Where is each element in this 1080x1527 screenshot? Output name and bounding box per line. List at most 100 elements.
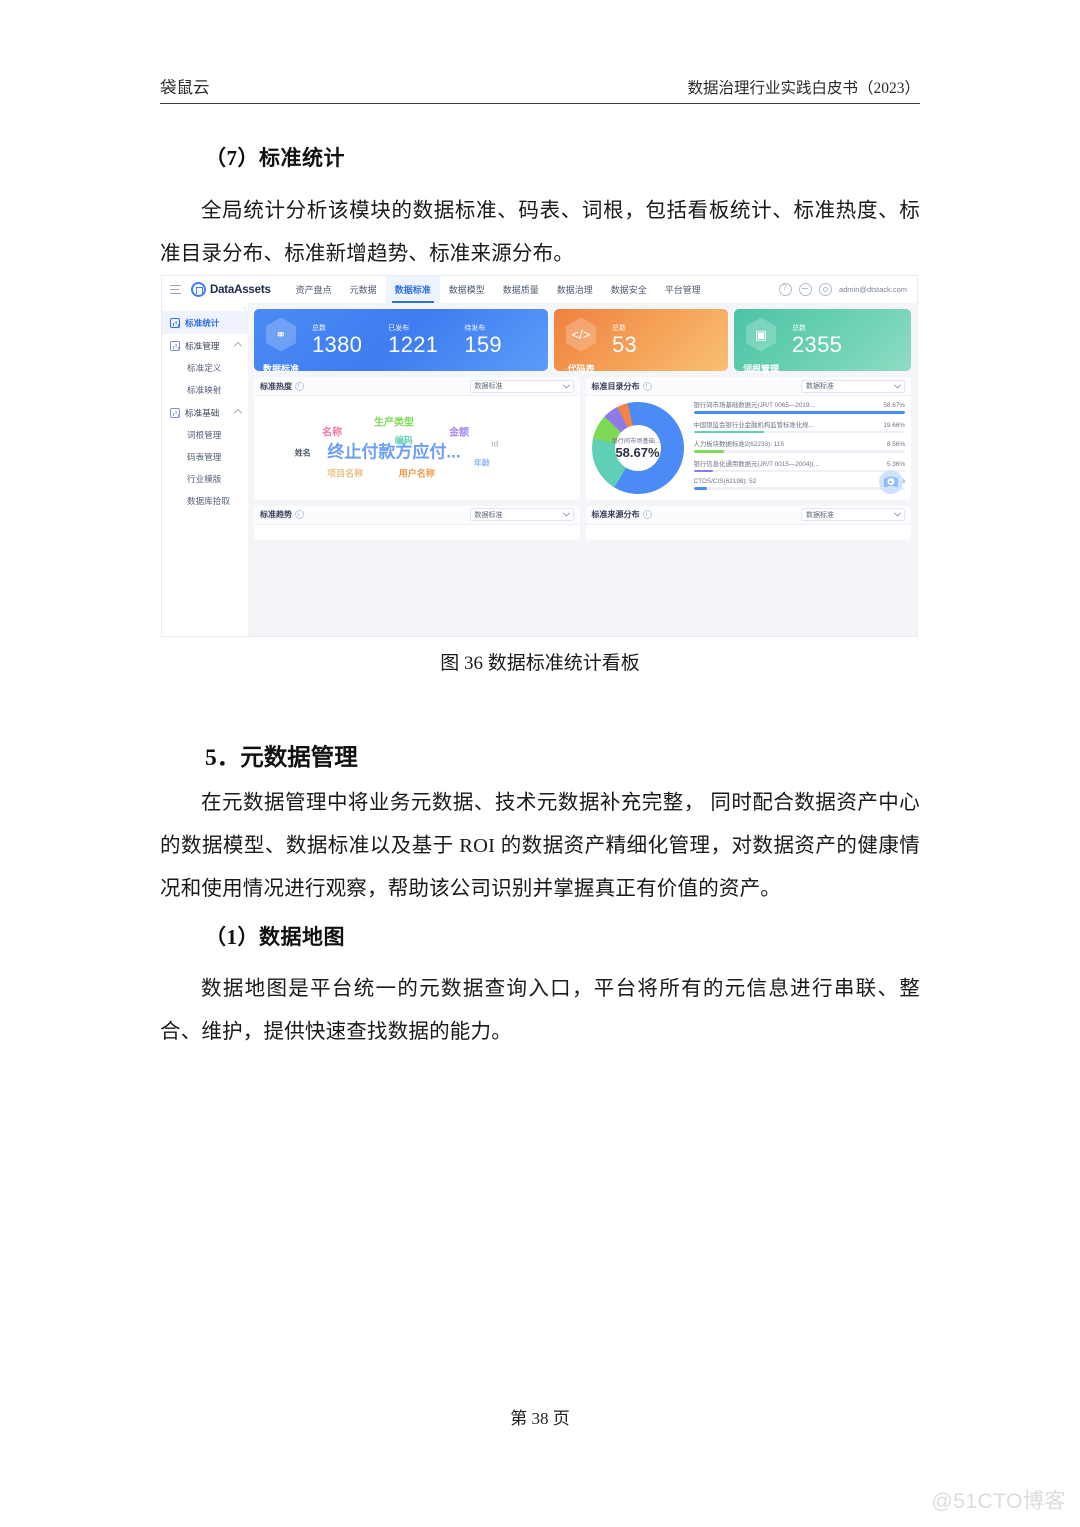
- watermark: @51CTO博客: [931, 1490, 1066, 1513]
- legend-percent: 19.66%: [883, 421, 905, 429]
- metric-value: 53: [612, 332, 638, 357]
- app-main-content: ⚭ 数据标准 总数 1380 已发布 1221 待发布 159 </> 代码表 …: [248, 303, 917, 636]
- source-select[interactable]: 数据标准: [801, 508, 905, 522]
- legend-item[interactable]: 银行间市场基础数据元(JR/T 0065—2019... 58.67%: [693, 400, 906, 414]
- word-cloud-term[interactable]: 金额: [449, 424, 469, 439]
- bottom-panel-row: 标准趋势 数据标准 标准来源分布 数据标准: [254, 505, 911, 540]
- panel-title: 标准热度: [260, 381, 292, 391]
- sidebar-item-label: 标准管理: [185, 340, 220, 351]
- section-heading-metadata-management: 5．元数据管理: [205, 745, 358, 771]
- word-cloud-term[interactable]: 生产类型: [374, 413, 414, 428]
- help-icon[interactable]: [778, 283, 792, 296]
- panel-title: 标准来源分布: [591, 510, 640, 520]
- legend-item[interactable]: 银行信息化通用数据元(JR/T 0015—2004)(... 5.36%: [693, 459, 906, 473]
- stat-card-data-standard[interactable]: ⚭ 数据标准 总数 1380 已发布 1221 待发布 159: [254, 309, 548, 374]
- panel-body: 终止付款方应付... 生产类型 名称 金额 编码 用户名称 项目名称 年龄 姓名 id: [254, 396, 580, 500]
- message-icon[interactable]: [798, 283, 812, 296]
- word-cloud-term[interactable]: 用户名称: [399, 466, 435, 479]
- sidebar-item-code-table-management[interactable]: 码表管理: [162, 446, 248, 468]
- header-left-text: 袋鼠云: [160, 78, 210, 97]
- user-email[interactable]: admin@dtstack.com: [839, 285, 907, 294]
- stat-card-word-root[interactable]: ▣ 词根管理 总数 2355: [734, 309, 911, 374]
- panel-header: 标准目录分布 数据标准: [585, 377, 911, 396]
- source-select-value: 数据标准: [806, 511, 834, 519]
- info-icon[interactable]: [295, 381, 304, 391]
- legend-row: 银行间市场基础数据元(JR/T 0065—2019... 58.67%: [694, 400, 906, 409]
- chevron-down-icon: [562, 510, 570, 518]
- donut-center-name: 银行间市场基础数...: [611, 437, 664, 445]
- nav-tab-asset-inventory[interactable]: 资产盘点: [287, 276, 341, 303]
- metric-label: 总数: [612, 325, 626, 332]
- word-cloud-chart: 终止付款方应付... 生产类型 名称 金额 编码 用户名称 项目名称 年龄 姓名 id: [254, 396, 580, 500]
- dataassets-logo-icon: [191, 282, 206, 297]
- legend-bar-fill: [693, 487, 708, 490]
- legend-percent: 8.56%: [886, 441, 905, 449]
- legend-item[interactable]: 中国银监会银行业金融机构监管标准化规... 19.66%: [693, 420, 906, 434]
- legend-bar-fill: [693, 450, 725, 453]
- word-cloud-term[interactable]: 编码: [395, 433, 413, 446]
- heat-select-value: 数据标准: [474, 383, 503, 390]
- topbar-right: admin@dtstack.com: [778, 283, 909, 296]
- legend-row: 银行信息化通用数据元(JR/T 0015—2004)(... 5.36%: [694, 459, 906, 468]
- panel-standard-trend: 标准趋势 数据标准: [254, 505, 580, 540]
- stat-card-code-table[interactable]: </> 代码表 总数 53: [554, 309, 728, 374]
- word-cloud-term[interactable]: 项目名称: [327, 466, 363, 479]
- chart-panel-row: 标准热度 数据标准 终止付款方应付... 生产类型 名称 金额 编码 用户名称 项目名称 年龄…: [254, 377, 911, 500]
- sidebar-item-label: 标准基础: [185, 407, 220, 418]
- word-hex-icon: ▣: [746, 317, 776, 352]
- nav-tab-platform-management[interactable]: 平台管理: [656, 276, 710, 303]
- legend-row: 中国银监会银行业金融机构监管标准化规... 19.66%: [694, 420, 906, 429]
- word-cloud-term[interactable]: id: [491, 439, 498, 448]
- donut-center-label: 银行间市场基础数... 58.67%: [592, 402, 684, 494]
- legend-label: 银行间市场基础数据元(JR/T 0065—2019...: [693, 402, 815, 409]
- info-icon[interactable]: [295, 510, 304, 520]
- sidebar-group-standard-basics[interactable]: 标准基础: [162, 401, 248, 424]
- word-cloud-term[interactable]: 年龄: [474, 457, 490, 468]
- info-icon[interactable]: [642, 381, 652, 391]
- catalog-select[interactable]: 数据标准: [801, 379, 905, 393]
- legend-bar: [693, 430, 905, 434]
- legend-item[interactable]: 人力板块数据标准2(62233): 115 8.56%: [693, 439, 906, 453]
- menu-icon[interactable]: [170, 285, 181, 294]
- word-cloud-term[interactable]: 名称: [322, 424, 342, 439]
- gear-icon[interactable]: [818, 283, 832, 296]
- page-footer: 第 38 页: [510, 1409, 570, 1428]
- heat-select[interactable]: 数据标准: [469, 379, 574, 393]
- help-assistant-icon[interactable]: [879, 469, 903, 494]
- metric-label: 总数: [792, 325, 806, 332]
- legend-bar: [693, 411, 905, 414]
- paragraph-metadata-management: 在元数据管理中将业务元数据、技术元数据补充完整， 同时配合数据资产中心的数据模型…: [160, 792, 920, 900]
- legend-percent: 58.67%: [883, 402, 905, 409]
- trend-select[interactable]: 数据标准: [469, 508, 574, 522]
- panel-title: 标准目录分布: [591, 381, 640, 391]
- chevron-down-icon: [893, 510, 902, 518]
- nav-tab-data-governance[interactable]: 数据治理: [548, 276, 602, 303]
- metrics: 总数 2355: [792, 323, 842, 357]
- list-icon: [170, 340, 180, 351]
- metric-total: 总数 53: [612, 323, 637, 357]
- sub-heading-standard-statistics: （7）标准统计: [205, 146, 345, 170]
- panel-source-distribution: 标准来源分布 数据标准: [585, 505, 911, 540]
- sidebar-item-word-root-management[interactable]: 词根管理: [162, 424, 248, 446]
- brand: DataAssets: [191, 282, 271, 297]
- nav-tab-data-security[interactable]: 数据安全: [602, 276, 656, 303]
- stat-card-title: 数据标准: [262, 363, 300, 374]
- info-icon[interactable]: [642, 510, 652, 520]
- metrics: 总数 53: [612, 323, 637, 357]
- chevron-down-icon: [893, 381, 902, 389]
- sidebar-item-industry-template[interactable]: 行业模版: [162, 468, 248, 490]
- nav-tab-data-standard[interactable]: 数据标准: [385, 276, 440, 303]
- nav-tab-data-model[interactable]: 数据模型: [440, 276, 494, 303]
- sidebar-item-database-pickup[interactable]: 数据库拾取: [162, 490, 248, 512]
- legend-row: CTOS/CIS(62198): 523.87%: [694, 478, 906, 485]
- sidebar-item-standard-mapping[interactable]: 标准映射: [162, 379, 248, 401]
- legend-row: 人力板块数据标准2(62233): 115 8.56%: [694, 439, 906, 448]
- word-cloud-term[interactable]: 姓名: [295, 448, 311, 459]
- sidebar-item-standard-definition[interactable]: 标准定义: [162, 357, 248, 379]
- nav-tab-data-quality[interactable]: 数据质量: [494, 276, 548, 303]
- nav-tab-metadata[interactable]: 元数据: [341, 276, 386, 303]
- sidebar-item-standard-statistics[interactable]: 标准统计: [162, 311, 248, 334]
- sidebar-group-standard-management[interactable]: 标准管理: [162, 334, 248, 357]
- panel-standard-heat: 标准热度 数据标准 终止付款方应付... 生产类型 名称 金额 编码 用户名称 项目名称 年龄…: [254, 377, 580, 500]
- legend-item[interactable]: CTOS/CIS(62198): 523.87%: [693, 478, 906, 490]
